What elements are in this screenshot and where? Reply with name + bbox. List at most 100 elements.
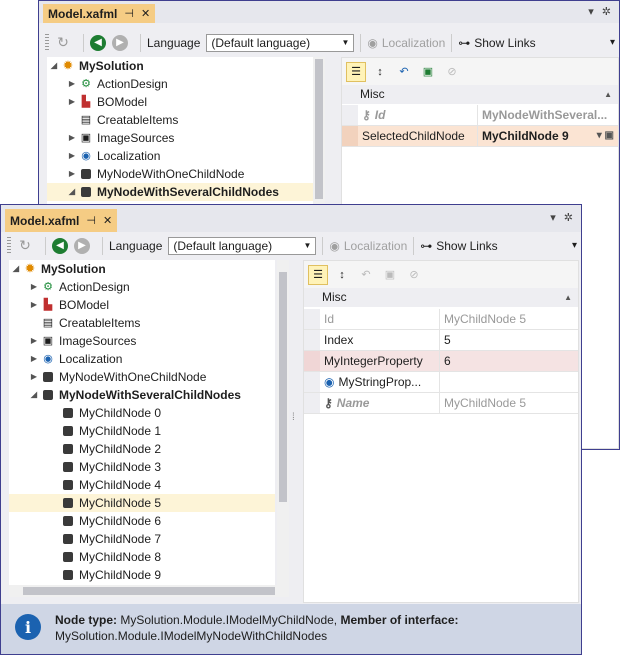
forward-arrow-icon[interactable]: ▶ [74,237,90,254]
tree-node-child-selected[interactable]: MyChildNode 5 [9,494,275,512]
prop-value[interactable]: 5 [440,330,578,350]
tree-node-several-children[interactable]: ◢ MyNodeWithSeveralChildNodes [47,183,313,201]
categorized-icon[interactable]: ☰ [308,264,328,285]
tree-node-root[interactable]: ◢ ✹ MySolution [47,57,313,75]
expand-icon[interactable]: ▶ [29,296,39,314]
tree-node-child[interactable]: MyChildNode 9 [9,566,275,584]
row-gutter [342,105,358,125]
tree-node-creatable-items[interactable]: ▤ CreatableItems [47,111,313,129]
undo-icon[interactable]: ↶ [394,62,414,82]
prop-value-editor[interactable]: MyChildNode 9 ▾ ▣ [478,126,618,146]
back-tree-scrollbar[interactable] [313,57,325,207]
front-prop-row-name[interactable]: ⚷ Name MyChildNode 5 [304,393,578,414]
collapse-icon[interactable]: ◢ [49,57,59,75]
scrollbar-thumb[interactable] [279,272,287,502]
toolbar-grip[interactable] [45,33,49,52]
tree-node-action-design[interactable]: ▶ ⚙ ActionDesign [47,75,313,93]
forward-arrow-icon[interactable]: ▶ [112,34,128,51]
back-prop-row-id[interactable]: ⚷ Id MyNodeWithSeveral... [342,105,618,126]
tree-node-child[interactable]: MyChildNode 6 [9,512,275,530]
tree-node-one-child[interactable]: ▶ MyNodeWithOneChildNode [9,368,275,386]
front-tree-vscrollbar[interactable] [277,260,289,585]
collapse-icon[interactable]: ◢ [11,260,21,278]
close-icon[interactable]: ✕ [141,7,150,20]
back-document-tab[interactable]: Model.xafml ⊣ ✕ [43,4,156,23]
tree-node-image-sources[interactable]: ▶ ▣ ImageSources [47,129,313,147]
front-prop-row-id[interactable]: Id MyChildNode 5 [304,309,578,330]
collapse-icon[interactable]: ◢ [67,183,77,201]
scrollbar-thumb[interactable] [23,587,275,595]
expand-icon[interactable]: ▶ [67,75,77,93]
show-links-button[interactable]: Show Links [474,36,535,50]
tree-node-child[interactable]: MyChildNode 0 [9,404,275,422]
tree-node-child[interactable]: MyChildNode 7 [9,530,275,548]
globe-icon: ◉ [324,375,335,389]
toolbar-overflow-icon[interactable]: ▾ [572,240,577,251]
front-prop-row-index[interactable]: Index 5 [304,330,578,351]
dropdown-and-navigate-icons[interactable]: ▾ ▣ [597,126,614,146]
tree-node-label: MyChildNode 0 [79,406,162,420]
expand-icon[interactable]: ▶ [67,165,77,183]
expand-icon[interactable]: ▶ [29,350,39,368]
front-tree-hscrollbar[interactable] [9,585,289,597]
scrollbar-thumb[interactable] [315,59,323,199]
tree-node-child[interactable]: MyChildNode 8 [9,548,275,566]
gear-icon[interactable]: ✲ [564,211,573,224]
tree-node-image-sources[interactable]: ▶ ▣ ImageSources [9,332,275,350]
dropdown-icon[interactable]: ▾ [588,5,594,18]
expand-icon[interactable]: ▶ [67,93,77,111]
refresh-icon[interactable]: ↻ [17,237,33,254]
categorized-icon[interactable]: ☰ [346,61,366,82]
expand-icon[interactable]: ▶ [29,332,39,350]
language-select[interactable]: (Default language) ▼ [206,33,355,52]
tree-node-child[interactable]: MyChildNode 4 [9,476,275,494]
refresh-icon[interactable]: ↻ [55,34,71,51]
pin-icon[interactable]: ⊣ [124,7,134,20]
toolbar-grip[interactable] [7,236,11,255]
expand-icon[interactable]: ▶ [67,129,77,147]
tree-node-localization[interactable]: ▶ ◉ Localization [47,147,313,165]
front-category-misc[interactable]: Misc ▲ [304,288,578,307]
collapse-icon[interactable]: ◢ [29,386,39,404]
tree-node-action-design[interactable]: ▶ ⚙ ActionDesign [9,278,275,296]
tree-node-creatable-items[interactable]: ▤ CreatableItems [9,314,275,332]
tree-node-child[interactable]: MyChildNode 2 [9,440,275,458]
tree-node-bo-model[interactable]: ▶ ▙ BOModel [47,93,313,111]
pin-icon[interactable]: ⊣ [86,214,96,227]
tree-node-root[interactable]: ◢ ✹ MySolution [9,260,275,278]
tree-node-one-child[interactable]: ▶ MyNodeWithOneChildNode [47,165,313,183]
expand-icon[interactable]: ▶ [67,147,77,165]
tree-node-bo-model[interactable]: ▶ ▙ BOModel [9,296,275,314]
panel-splitter[interactable]: ⁞ [292,413,300,435]
expand-icon[interactable]: ▶ [29,278,39,296]
show-links-button[interactable]: Show Links [436,239,497,253]
back-category-misc[interactable]: Misc ▲ [342,85,618,104]
localization-button[interactable]: Localization [344,239,407,253]
sort-alpha-icon[interactable]: ↕ [332,265,352,285]
navigate-icon[interactable]: ▣ [418,62,438,82]
back-prop-row-selected-child[interactable]: SelectedChildNode MyChildNode 9 ▾ ▣ [342,126,618,147]
tree-node-label: MyChildNode 6 [79,514,162,528]
front-document-tab[interactable]: Model.xafml ⊣ ✕ [5,209,118,232]
tree-node-child[interactable]: MyChildNode 1 [9,422,275,440]
sort-alpha-icon[interactable]: ↕ [370,62,390,82]
close-icon[interactable]: ✕ [103,214,112,227]
gear-icon[interactable]: ✲ [602,5,611,18]
collapse-icon[interactable]: ▲ [604,85,612,104]
tree-node-several-children[interactable]: ◢ MyNodeWithSeveralChildNodes [9,386,275,404]
collapse-icon[interactable]: ▲ [564,288,572,307]
language-select[interactable]: (Default language) ▼ [168,236,317,255]
front-prop-row-string[interactable]: ◉ MyStringProp... [304,372,578,393]
tree-node-localization[interactable]: ▶ ◉ Localization [9,350,275,368]
tree-node-child[interactable]: MyChildNode 3 [9,458,275,476]
toolbar-overflow-icon[interactable]: ▾ [610,37,615,48]
front-prop-row-integer[interactable]: MyIntegerProperty 6 [304,351,578,372]
dropdown-icon[interactable]: ▾ [550,211,556,224]
back-arrow-icon[interactable]: ◀ [52,237,68,254]
localization-button[interactable]: Localization [382,36,445,50]
expand-icon[interactable]: ▶ [29,368,39,386]
prop-name: Index [320,330,440,350]
back-arrow-icon[interactable]: ◀ [90,34,106,51]
prop-value[interactable]: 6 [440,351,578,371]
prop-value[interactable] [440,372,578,392]
